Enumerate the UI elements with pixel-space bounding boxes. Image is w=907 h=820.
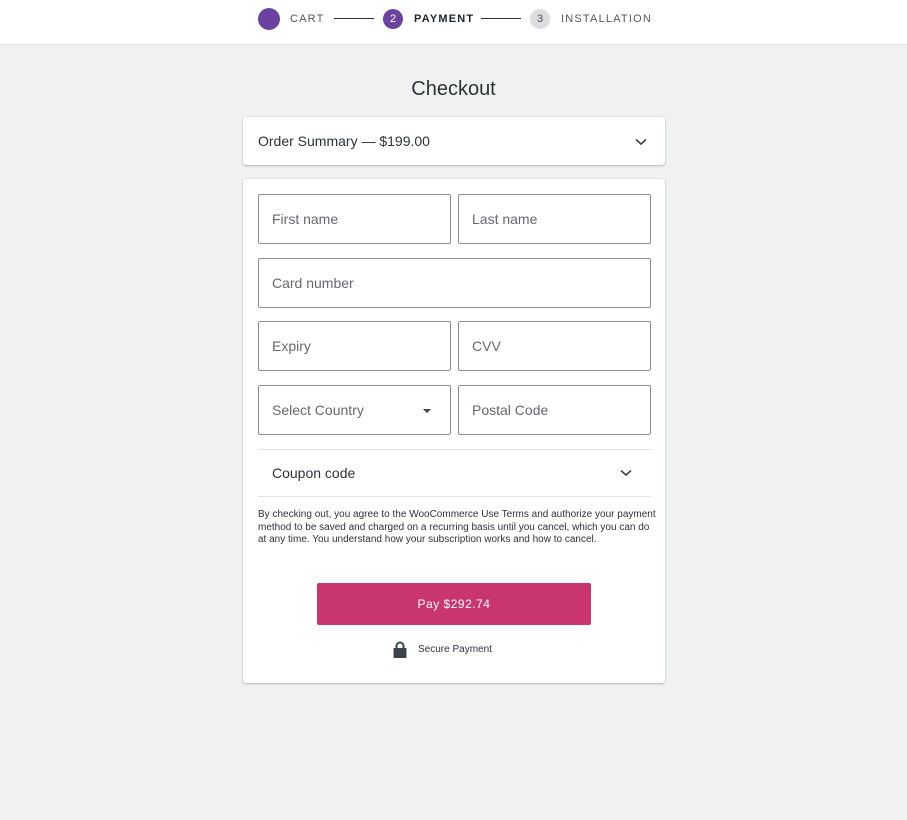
chevron-down-icon [635,138,647,146]
step-payment-label: PAYMENT [414,13,475,25]
first-name-placeholder: First name [272,211,339,227]
last-name-input[interactable]: Last name [458,194,651,244]
step-cart-indicator [258,8,280,30]
step-connector [334,18,374,19]
coupon-code-toggle[interactable]: Coupon code [258,450,651,496]
step-cart-label: CART [290,13,325,25]
expiry-input[interactable]: Expiry [258,321,451,371]
payment-form-card: First name Last name Card number Expiry … [243,179,665,683]
pay-button[interactable]: Pay $292.74 [317,583,591,625]
first-name-input[interactable]: First name [258,194,451,244]
card-number-placeholder: Card number [272,275,354,291]
terms-text: By checking out, you agree to the WooCom… [258,509,656,545]
step-installation-label: INSTALLATION [561,13,653,25]
expiry-placeholder: Expiry [272,338,311,354]
step-connector [481,18,521,19]
chevron-down-icon [620,469,632,477]
country-select-value: Select Country [272,402,364,418]
secure-payment-badge: Secure Payment [393,639,492,659]
coupon-code-label: Coupon code [272,465,356,481]
cvv-placeholder: CVV [472,338,501,354]
card-number-input[interactable]: Card number [258,258,651,308]
page-title: Checkout [411,78,496,100]
postal-code-placeholder: Postal Code [472,402,549,418]
order-summary-toggle[interactable]: Order Summary — $199.00 [243,117,665,165]
order-summary-label: Order Summary — $199.00 [258,133,430,149]
step-installation-indicator: 3 [530,9,550,29]
country-select[interactable]: Select Country [258,385,451,435]
step-payment-indicator: 2 [383,9,403,29]
postal-code-input[interactable]: Postal Code [458,385,651,435]
checkout-stepper: CART 2 PAYMENT 3 INSTALLATION [0,0,907,45]
secure-payment-label: Secure Payment [418,643,492,655]
lock-icon [393,641,407,658]
divider [258,496,651,497]
last-name-placeholder: Last name [472,211,538,227]
caret-down-icon [423,409,431,413]
cvv-input[interactable]: CVV [458,321,651,371]
